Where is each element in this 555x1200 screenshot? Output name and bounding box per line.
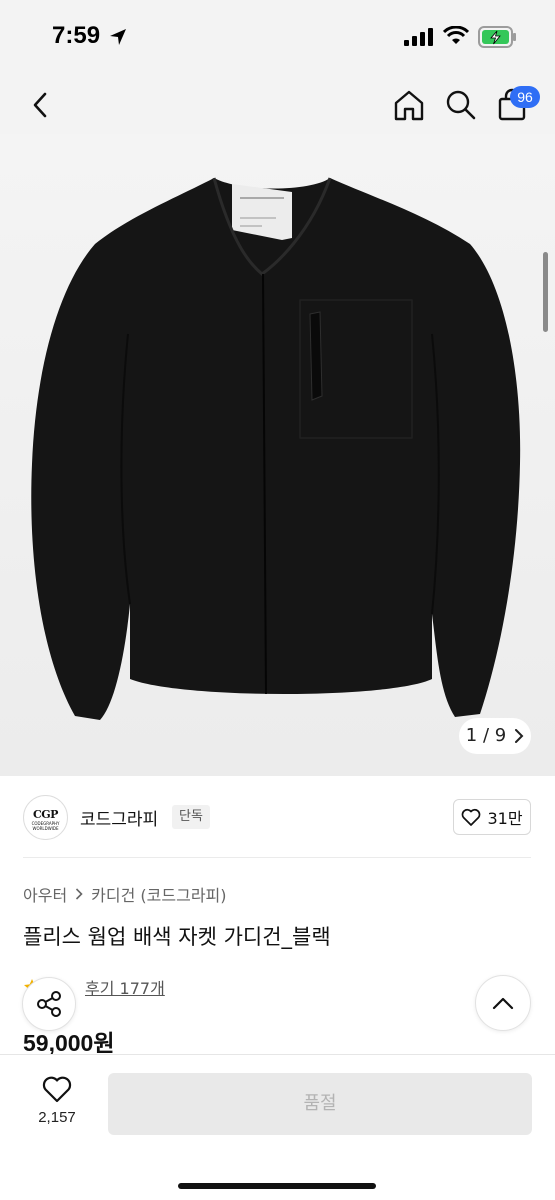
- heart-icon: [462, 808, 481, 826]
- signal-icon: [404, 28, 433, 46]
- chevron-up-icon: [492, 997, 514, 1010]
- battery-charging-icon: [478, 26, 516, 48]
- heart-icon: [42, 1076, 72, 1103]
- back-button[interactable]: [26, 90, 56, 120]
- share-icon: [37, 991, 61, 1017]
- wifi-icon: [443, 26, 469, 44]
- scroll-to-top-button[interactable]: [475, 975, 531, 1031]
- home-button[interactable]: [392, 88, 426, 122]
- brand-logo-subtext: CODEGRAPHY WORLDWIDE: [31, 821, 60, 831]
- back-chevron-icon: [33, 92, 47, 118]
- chevron-right-icon: [515, 729, 524, 743]
- chevron-right-icon: [76, 888, 83, 900]
- image-counter-text: 1 / 9: [466, 718, 506, 754]
- brand-logo[interactable]: CGP CODEGRAPHY WORLDWIDE: [23, 795, 68, 840]
- home-icon: [394, 90, 424, 121]
- breadcrumb-subcategory[interactable]: 카디건 (코드그라피): [91, 882, 226, 906]
- nav-bar: 96: [0, 76, 555, 134]
- image-separator: /: [482, 725, 490, 746]
- product-image-carousel[interactable]: [0, 134, 555, 776]
- brand-like-button[interactable]: 31만: [453, 799, 531, 835]
- wishlist-button[interactable]: 2,157: [30, 1075, 84, 1135]
- search-button[interactable]: [444, 88, 478, 122]
- image-counter[interactable]: 1 / 9: [459, 718, 531, 754]
- brand-like-count: 31만: [487, 809, 523, 828]
- breadcrumb-category[interactable]: 아우터: [23, 882, 67, 906]
- divider: [23, 857, 531, 858]
- search-icon: [446, 90, 476, 120]
- location-arrow-icon: [110, 29, 126, 45]
- image-current: 1: [465, 725, 478, 746]
- status-bar: 7:59: [0, 0, 555, 76]
- status-time: 7:59: [52, 22, 101, 49]
- breadcrumb: 아우터 카디건 (코드그라피): [23, 882, 227, 906]
- jacket-photo: [31, 177, 521, 720]
- share-button[interactable]: [22, 977, 76, 1031]
- cart-count-badge: 96: [510, 86, 540, 108]
- scrollbar-thumb[interactable]: [543, 252, 548, 332]
- brand-logo-text: CGP: [33, 808, 58, 821]
- price: 59,000원: [23, 1030, 115, 1056]
- review-count-link[interactable]: 후기 177개: [85, 975, 165, 999]
- wishlist-count: 2,157: [38, 1109, 76, 1126]
- product-title: 플리스 웜업 배색 자켓 가디건_블랙: [23, 925, 331, 949]
- brand-name[interactable]: 코드그라피: [80, 805, 158, 830]
- image-total: 9: [494, 725, 507, 746]
- bottom-action-bar: 2,157 품절: [0, 1054, 555, 1200]
- home-indicator: [178, 1183, 376, 1189]
- exclusive-badge: 단독: [172, 805, 210, 829]
- sold-out-button[interactable]: 품절: [108, 1073, 532, 1135]
